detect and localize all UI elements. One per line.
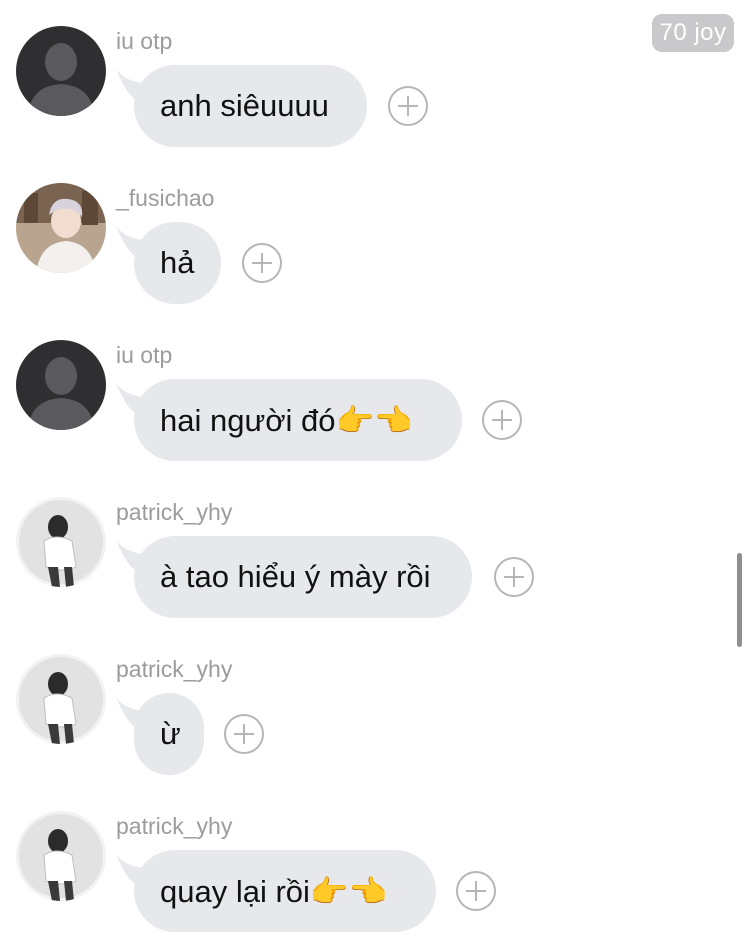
message-row: patrick_yhy ừ: [0, 628, 750, 785]
profile-photo-icon: [16, 497, 106, 587]
plus-circle-icon[interactable]: [482, 400, 522, 440]
plus-circle-icon[interactable]: [494, 557, 534, 597]
message-text: hai người đó👉👈: [160, 402, 413, 438]
avatar[interactable]: [16, 811, 106, 901]
avatar[interactable]: [16, 183, 106, 273]
default-avatar-icon: [16, 340, 106, 430]
message-bubble[interactable]: à tao hiểu ý mày rồi: [134, 536, 472, 618]
plus-circle-icon[interactable]: [224, 714, 264, 754]
username[interactable]: _fusichao: [116, 185, 214, 212]
message-text: anh siêuuuu: [160, 88, 329, 123]
avatar[interactable]: [16, 26, 106, 116]
message-bubble[interactable]: hả: [134, 222, 221, 304]
plus-circle-icon[interactable]: [456, 871, 496, 911]
username[interactable]: patrick_yhy: [116, 656, 232, 683]
profile-photo-icon: [16, 183, 106, 273]
plus-circle-icon[interactable]: [242, 243, 282, 283]
message-bubble[interactable]: anh siêuuuu: [134, 65, 367, 147]
username[interactable]: patrick_yhy: [116, 813, 232, 840]
message-text: hả: [160, 245, 195, 280]
message-bubble[interactable]: ừ: [134, 693, 204, 775]
username[interactable]: iu otp: [116, 28, 172, 55]
avatar[interactable]: [16, 340, 106, 430]
message-text: ừ: [160, 716, 181, 751]
message-row: iu otp hai người đó👉👈: [0, 314, 750, 471]
message-row: patrick_yhy quay lại rồi👉👈: [0, 785, 750, 942]
profile-photo-icon: [16, 654, 106, 744]
default-avatar-icon: [16, 26, 106, 116]
avatar[interactable]: [16, 497, 106, 587]
message-text: quay lại rồi👉👈: [160, 873, 388, 909]
message-text: à tao hiểu ý mày rồi: [160, 559, 431, 594]
message-row: patrick_yhy à tao hiểu ý mày rồi: [0, 471, 750, 628]
avatar[interactable]: [16, 654, 106, 744]
profile-photo-icon: [16, 811, 106, 901]
message-row: _fusichao hả: [0, 157, 750, 314]
plus-circle-icon[interactable]: [388, 86, 428, 126]
username[interactable]: iu otp: [116, 342, 172, 369]
message-bubble[interactable]: hai người đó👉👈: [134, 379, 462, 461]
message-bubble[interactable]: quay lại rồi👉👈: [134, 850, 436, 932]
message-row: iu otp anh siêuuuu: [0, 0, 750, 157]
username[interactable]: patrick_yhy: [116, 499, 232, 526]
